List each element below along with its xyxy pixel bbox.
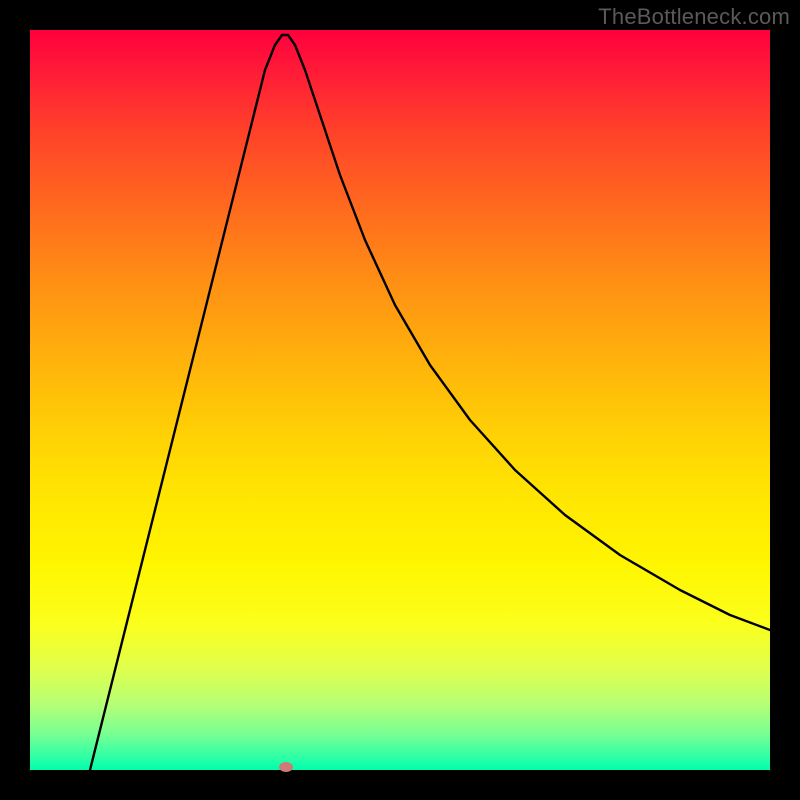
watermark-text: TheBottleneck.com [598, 4, 790, 30]
chart-plot-area [30, 30, 770, 770]
optimum-marker-dot [279, 762, 293, 772]
bottleneck-curve [30, 30, 770, 770]
